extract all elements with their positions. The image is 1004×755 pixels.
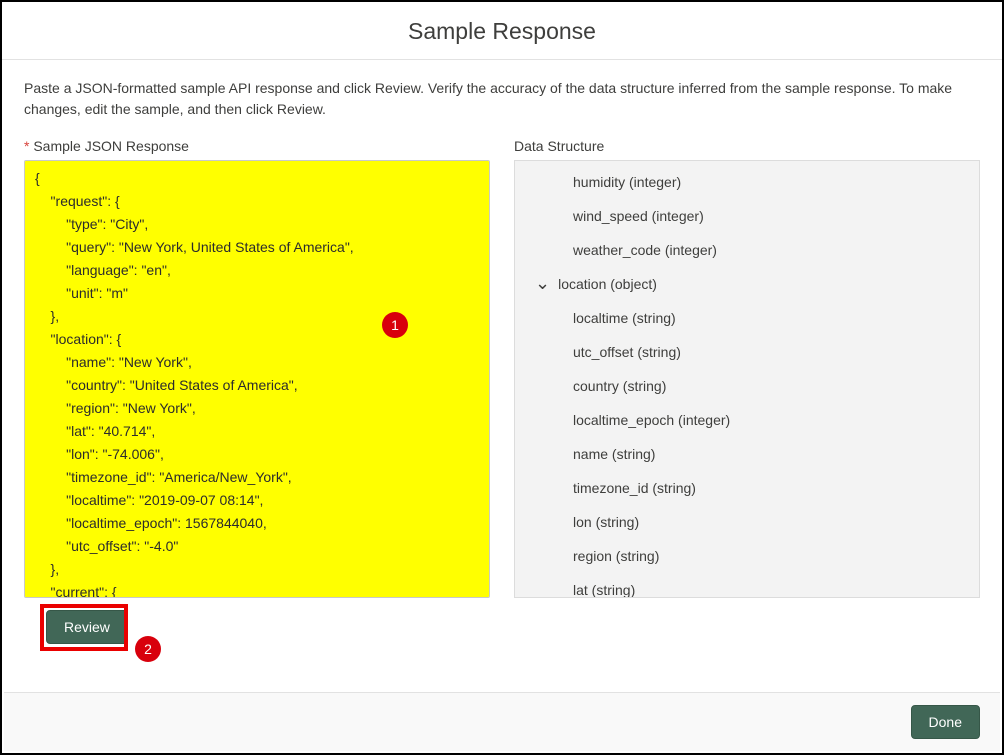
tree-item-label: country (string) (573, 378, 666, 394)
tree-item-label: location (object) (558, 276, 657, 292)
tree-leaf: timezone_id (string) (515, 471, 979, 505)
tree-item-label: lon (string) (573, 514, 639, 530)
data-structure-tree[interactable]: humidity (integer) wind_speed (integer) we… (514, 160, 980, 598)
tree-leaf: region (string) (515, 539, 979, 573)
tree-item-label: localtime (string) (573, 310, 676, 326)
modal-title: Sample Response (2, 18, 1002, 45)
tree-leaf: lat (string) (515, 573, 979, 598)
tree-item-label: lat (string) (573, 582, 635, 598)
tree-leaf: lon (string) (515, 505, 979, 539)
tree-leaf: localtime (string) (515, 301, 979, 335)
tree-item-label: humidity (integer) (573, 174, 681, 190)
tree-item-label: utc_offset (string) (573, 344, 681, 360)
main-content: * Sample JSON Response Review Data Struc… (2, 138, 1002, 656)
modal-footer: Done (4, 692, 1000, 751)
tree-leaf: localtime_epoch (integer) (515, 403, 979, 437)
modal-header: Sample Response (2, 2, 1002, 59)
required-star: * (24, 138, 29, 154)
right-column: Data Structure humidity (integer) wind_sp… (514, 138, 980, 656)
left-actions: Review (24, 598, 490, 656)
callout-badge-1: 1 (382, 312, 408, 338)
tree-item-label: weather_code (integer) (573, 242, 717, 258)
tree-item-label: wind_speed (integer) (573, 208, 704, 224)
tree-leaf: name (string) (515, 437, 979, 471)
json-label-row: * Sample JSON Response (24, 138, 490, 154)
done-button[interactable]: Done (911, 705, 980, 739)
instructions-text: Paste a JSON-formatted sample API respon… (2, 60, 1002, 138)
sample-json-textarea[interactable] (25, 161, 489, 597)
json-field-label: Sample JSON Response (33, 138, 189, 154)
tree-leaf: utc_offset (string) (515, 335, 979, 369)
tree-item-label: localtime_epoch (integer) (573, 412, 730, 428)
callout-badge-2: 2 (135, 636, 161, 662)
tree-item-label: region (string) (573, 548, 659, 564)
chevron-down-icon: ⌄ (535, 278, 550, 288)
tree-item-label: timezone_id (string) (573, 480, 696, 496)
tree-leaf: humidity (integer) (515, 165, 979, 199)
tree-leaf: weather_code (integer) (515, 233, 979, 267)
left-column: * Sample JSON Response Review (24, 138, 490, 656)
tree-leaf: country (string) (515, 369, 979, 403)
tree-node-collapsible[interactable]: ⌄ location (object) (515, 267, 979, 301)
tree-item-label: name (string) (573, 446, 655, 462)
tree-leaf: wind_speed (integer) (515, 199, 979, 233)
structure-label: Data Structure (514, 138, 980, 154)
json-textarea-wrap (24, 160, 490, 598)
review-button[interactable]: Review (46, 610, 128, 644)
